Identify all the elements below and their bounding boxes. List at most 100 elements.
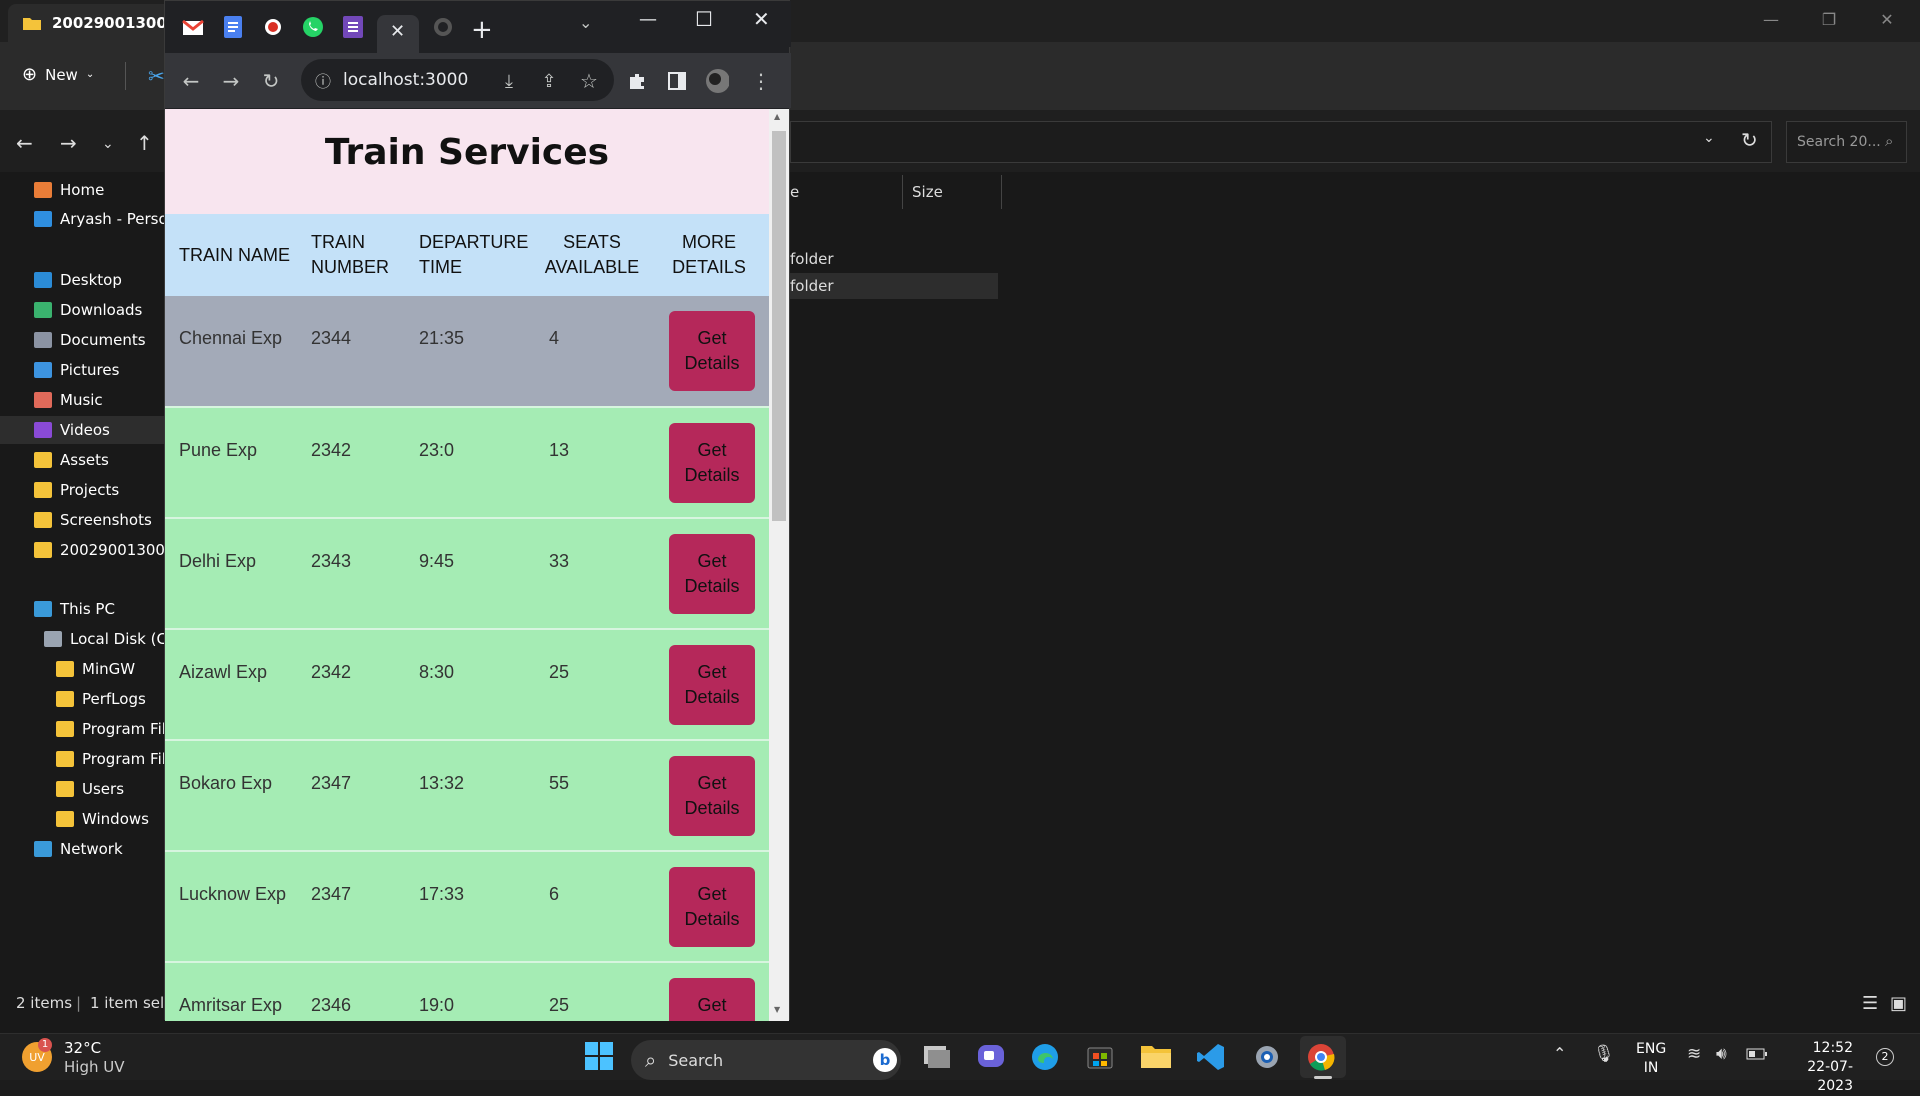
windows-start-icon[interactable]: [584, 1041, 614, 1071]
forward-icon[interactable]: →: [219, 69, 243, 93]
taskbar-search[interactable]: ⌕ Search b: [631, 1040, 901, 1080]
sidebar-item[interactable]: Local Disk (C:): [0, 625, 165, 653]
github-icon[interactable]: [429, 13, 457, 41]
side-panel-icon[interactable]: [665, 69, 689, 93]
close-icon[interactable]: ✕: [753, 7, 770, 31]
scroll-up-icon[interactable]: ▲: [774, 112, 780, 121]
sidebar-item[interactable]: Documents: [0, 326, 165, 354]
teams-chat-icon[interactable]: [976, 1042, 1006, 1070]
weather-temp[interactable]: 32°C: [64, 1039, 101, 1057]
get-details-button[interactable]: Get Details: [669, 978, 755, 1021]
store-icon[interactable]: [1086, 1042, 1114, 1070]
address-bar[interactable]: ⓘ localhost:3000: [301, 59, 614, 101]
chrome-icon[interactable]: [1306, 1042, 1336, 1072]
sidebar-item[interactable]: Users: [0, 775, 165, 803]
sidebar-item[interactable]: Downloads: [0, 296, 165, 324]
sidebar-item[interactable]: Aryash - Persona: [0, 205, 165, 233]
back-arrow-icon[interactable]: ←: [16, 131, 33, 155]
maximize-icon[interactable]: ☐: [695, 7, 713, 31]
sidebar-item[interactable]: Music: [0, 386, 165, 414]
whatsapp-icon[interactable]: [299, 13, 327, 41]
cell-seats: 25: [549, 662, 570, 682]
menu-kebab-icon[interactable]: ⋮: [749, 69, 773, 93]
sidebar-item[interactable]: Program Files: [0, 745, 165, 773]
column-divider[interactable]: [902, 175, 903, 209]
recent-chevron-icon[interactable]: ⌄: [102, 136, 114, 152]
edge-icon[interactable]: [1030, 1042, 1060, 1072]
tiles-view-icon[interactable]: ▣: [1890, 993, 1907, 1014]
path-field[interactable]: ⌄ ↻: [790, 121, 1772, 163]
sidebar-item[interactable]: Assets: [0, 446, 165, 474]
get-details-button[interactable]: Get Details: [669, 867, 755, 947]
reload-icon[interactable]: ↻: [259, 69, 283, 93]
vscode-icon[interactable]: [1196, 1042, 1226, 1072]
gmail-icon[interactable]: [179, 13, 207, 41]
get-details-button[interactable]: Get Details: [669, 534, 755, 614]
cut-icon[interactable]: ✂: [148, 64, 165, 88]
record-icon[interactable]: [259, 13, 287, 41]
explorer-search-input[interactable]: Search 20... ⌕: [1786, 121, 1907, 163]
task-view-icon[interactable]: [922, 1042, 952, 1070]
explorer-tab[interactable]: 2002900130013: [8, 4, 188, 42]
new-tab-icon[interactable]: +: [471, 15, 493, 45]
bookmark-star-icon[interactable]: ☆: [577, 69, 601, 93]
sidebar-item[interactable]: Projects: [0, 476, 165, 504]
volume-icon[interactable]: 🔊︎: [1716, 1044, 1727, 1064]
tab-search-icon[interactable]: ⌄: [579, 13, 592, 32]
hidden-icons-chevron-icon[interactable]: ⌃: [1553, 1044, 1566, 1063]
column-header-name[interactable]: e: [790, 183, 799, 201]
scroll-thumb[interactable]: [772, 131, 786, 521]
settings-gear-icon[interactable]: [1252, 1042, 1282, 1072]
microphone-icon[interactable]: 🎙︎: [1593, 1044, 1615, 1064]
sidebar-item[interactable]: Desktop: [0, 266, 165, 294]
file-row-selected[interactable]: folder: [790, 273, 998, 299]
language-indicator[interactable]: ENG IN: [1636, 1040, 1666, 1078]
sidebar-item[interactable]: This PC: [0, 595, 165, 623]
notification-count-badge[interactable]: 2: [1876, 1048, 1894, 1066]
scroll-down-icon[interactable]: ▼: [774, 1005, 780, 1014]
sidebar-item[interactable]: Pictures: [0, 356, 165, 384]
file-explorer-icon[interactable]: [1140, 1042, 1172, 1070]
up-arrow-icon[interactable]: ↑: [136, 131, 153, 155]
refresh-icon[interactable]: ↻: [1741, 128, 1758, 152]
page-scrollbar[interactable]: ▲ ▼: [769, 109, 789, 1021]
sidebar-item[interactable]: Home: [0, 176, 165, 204]
sidebar-item[interactable]: Videos: [0, 416, 165, 444]
install-icon[interactable]: ⤓: [497, 69, 521, 93]
get-details-button[interactable]: Get Details: [669, 645, 755, 725]
avatar[interactable]: [705, 69, 729, 93]
new-button[interactable]: ⊕ New ⌄: [22, 64, 94, 85]
sidebar-item[interactable]: Program Files: [0, 715, 165, 743]
sidebar-item[interactable]: Screenshots: [0, 506, 165, 534]
forward-arrow-icon[interactable]: →: [60, 131, 77, 155]
active-tab[interactable]: ✕: [377, 15, 419, 53]
extensions-icon[interactable]: [625, 69, 649, 93]
docs-icon[interactable]: [219, 13, 247, 41]
sidebar-item[interactable]: Network: [0, 835, 165, 863]
sidebar-item[interactable]: MinGW: [0, 655, 165, 683]
minimize-icon[interactable]: —: [1742, 0, 1800, 38]
clock[interactable]: 12:52 22-07-2023: [1785, 1039, 1853, 1096]
get-details-button[interactable]: Get Details: [669, 756, 755, 836]
details-view-icon[interactable]: ☰: [1862, 993, 1878, 1014]
battery-icon[interactable]: [1746, 1047, 1768, 1061]
bing-icon[interactable]: b: [873, 1048, 897, 1072]
share-icon[interactable]: ⇪: [537, 69, 561, 93]
sidebar-item[interactable]: 2002900130013: [0, 536, 165, 564]
minimize-icon[interactable]: —: [639, 9, 657, 30]
tab-close-icon[interactable]: ✕: [390, 21, 405, 42]
sidebar-item[interactable]: Windows: [0, 805, 165, 833]
weather-desc[interactable]: High UV: [64, 1058, 124, 1076]
wifi-icon[interactable]: ≋: [1687, 1044, 1701, 1064]
forms-icon[interactable]: [339, 13, 367, 41]
get-details-button[interactable]: Get Details: [669, 423, 755, 503]
column-header-size[interactable]: Size: [912, 183, 943, 201]
file-row[interactable]: folder: [790, 246, 998, 272]
back-icon[interactable]: ←: [179, 69, 203, 93]
sidebar-item[interactable]: PerfLogs: [0, 685, 165, 713]
get-details-button[interactable]: Get Details: [669, 311, 755, 391]
close-icon[interactable]: ✕: [1858, 0, 1916, 38]
path-dropdown-icon[interactable]: ⌄: [1703, 130, 1715, 146]
restore-icon[interactable]: ❐: [1800, 0, 1858, 38]
column-divider[interactable]: [1001, 175, 1002, 209]
